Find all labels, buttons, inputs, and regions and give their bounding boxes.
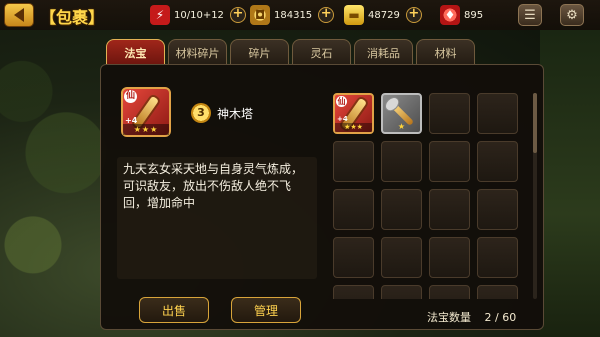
energy-resource: ⚡ 10/10+12 +	[150, 4, 246, 26]
copper-value: 184315	[274, 9, 313, 21]
grid-slot-empty[interactable]	[477, 237, 518, 278]
tab-fabao[interactable]: 法宝	[106, 39, 165, 65]
energy-value: 10/10+12	[174, 9, 224, 21]
grid-slot-empty[interactable]	[429, 237, 470, 278]
tab-spirit-stones[interactable]: 灵石	[292, 39, 351, 65]
page-title: 【包裹】	[40, 8, 105, 27]
grid-slot-empty[interactable]	[477, 189, 518, 230]
back-arrow-icon	[14, 8, 24, 22]
gold-value: 48729	[368, 9, 400, 21]
grid-slot-empty[interactable]	[333, 237, 374, 278]
background-forest-right	[540, 30, 600, 337]
grid-slot-empty[interactable]	[477, 285, 518, 299]
tab-shards[interactable]: 碎片	[230, 39, 289, 65]
item-description: 九天玄女采天地与自身灵气炼成，可识敌友，放出不伤敌人绝不飞回，增加命中	[117, 157, 317, 279]
grid-scrollbar[interactable]	[533, 93, 537, 299]
item-grid: 仙 +4 ★★★ ★	[333, 93, 529, 299]
scrollbar-thumb[interactable]	[533, 93, 537, 153]
add-energy-button[interactable]: +	[229, 7, 246, 23]
slot-stars: ★	[397, 122, 406, 131]
grid-slot-empty[interactable]	[429, 285, 470, 299]
grid-slot-empty[interactable]	[429, 141, 470, 182]
slot-enhance: +4	[337, 115, 348, 123]
add-gold-button[interactable]: +	[405, 7, 422, 23]
grid-slot-empty[interactable]	[381, 237, 422, 278]
grid-slot-empty[interactable]	[381, 189, 422, 230]
manage-button[interactable]: 管理	[231, 297, 301, 323]
gem-resource: ♦ 895	[440, 4, 489, 26]
item-count-value: 2 / 60	[484, 311, 517, 324]
category-tabs: 法宝 材料碎片 碎片 灵石 消耗品 材料	[106, 39, 475, 65]
energy-icon: ⚡	[150, 5, 170, 25]
chat-button[interactable]: ☰	[518, 4, 542, 26]
tab-material-shards[interactable]: 材料碎片	[168, 39, 227, 65]
gem-icon: ♦	[440, 5, 460, 25]
inventory-panel: 仙 +4 ★★★ 3 神木塔 九天玄女采天地与自身灵气炼成，可识敌友，放出不伤敌…	[100, 64, 544, 330]
grid-slot-empty[interactable]	[333, 141, 374, 182]
coin-icon: ◘	[250, 5, 270, 25]
top-bar: 【包裹】 ⚡ 10/10+12 + ◘ 184315 + ▬ 48729 + ♦…	[0, 0, 600, 30]
grid-slot-empty[interactable]	[477, 141, 518, 182]
item-level: 3	[191, 103, 211, 123]
copper-resource: ◘ 184315 +	[250, 4, 335, 26]
chat-icon: ☰	[524, 7, 536, 23]
background-forest	[0, 30, 110, 337]
add-copper-button[interactable]: +	[318, 7, 335, 23]
grid-slot-empty[interactable]	[429, 189, 470, 230]
tab-materials[interactable]: 材料	[416, 39, 475, 65]
grid-slot-2[interactable]: ★	[381, 93, 422, 134]
slot-badge: 仙	[336, 96, 347, 107]
grid-slot-empty[interactable]	[477, 93, 518, 134]
sell-button[interactable]: 出售	[139, 297, 209, 323]
gear-icon: ⚙	[566, 7, 578, 23]
item-badge: 仙	[124, 90, 137, 103]
grid-slot-1[interactable]: 仙 +4 ★★★	[333, 93, 374, 134]
settings-button[interactable]: ⚙	[560, 4, 584, 26]
grid-slot-empty[interactable]	[381, 141, 422, 182]
item-detail: 仙 +4 ★★★ 3 神木塔 九天玄女采天地与自身灵气炼成，可识敌友，放出不伤敌…	[109, 73, 317, 323]
gem-value: 895	[464, 9, 484, 21]
gold-resource: ▬ 48729 +	[344, 4, 422, 26]
tab-consumables[interactable]: 消耗品	[354, 39, 413, 65]
grid-slot-empty[interactable]	[381, 285, 422, 299]
grid-slot-empty[interactable]	[333, 285, 374, 299]
slot-stars: ★★★	[335, 123, 372, 132]
grid-slot-empty[interactable]	[429, 93, 470, 134]
item-count: 法宝数量 2 / 60	[427, 309, 516, 325]
back-button[interactable]	[4, 3, 34, 27]
item-name: 神木塔	[217, 107, 254, 121]
grid-slot-empty[interactable]	[333, 189, 374, 230]
gold-ingot-icon: ▬	[344, 5, 364, 25]
selected-item-icon: 仙 +4 ★★★	[121, 87, 171, 137]
item-count-label: 法宝数量	[427, 311, 471, 324]
item-stars: ★★★	[123, 124, 169, 135]
